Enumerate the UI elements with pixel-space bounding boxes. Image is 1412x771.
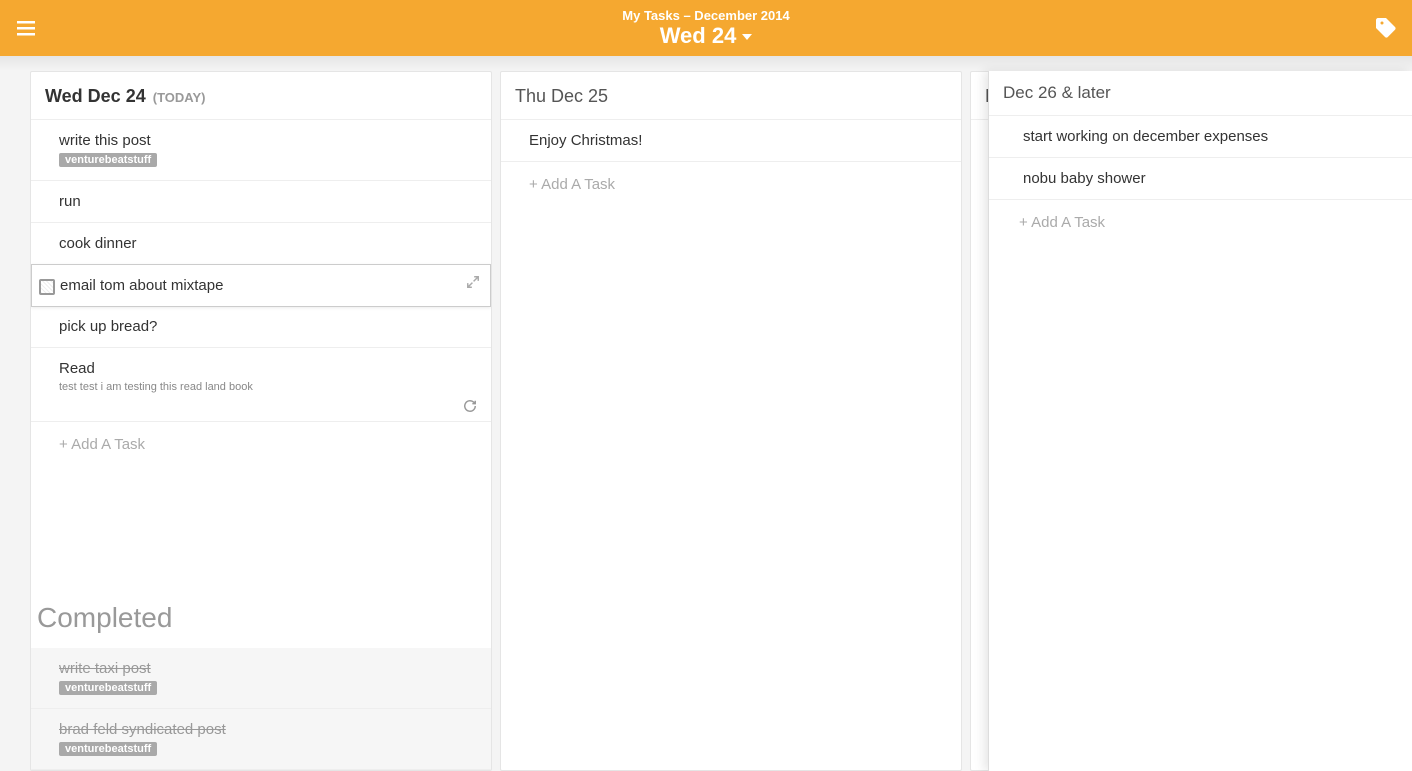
task-item[interactable]: write this post venturebeatstuff xyxy=(31,120,491,181)
task-checkbox[interactable] xyxy=(39,279,55,295)
task-item[interactable]: Enjoy Christmas! xyxy=(501,120,961,162)
task-title: brad feld syndicated post xyxy=(59,721,477,738)
task-title: start working on december expenses xyxy=(1023,128,1398,145)
app-header: My Tasks – December 2014 Wed 24 xyxy=(0,0,1412,56)
reload-icon[interactable] xyxy=(463,399,477,413)
later-header: Dec 26 & later xyxy=(989,71,1412,116)
add-task-button[interactable]: + Add A Task xyxy=(989,200,1412,245)
task-title: email tom about mixtape xyxy=(60,277,476,294)
task-item-completed[interactable]: write taxi post venturebeatstuff xyxy=(31,648,491,709)
task-title: Enjoy Christmas! xyxy=(529,132,947,149)
today-tasks: write this post venturebeatstuff run coo… xyxy=(31,120,491,770)
add-task-button[interactable]: + Add A Task xyxy=(31,422,491,467)
column-header-today: Wed Dec 24 (TODAY) xyxy=(31,72,491,120)
thu-tasks: Enjoy Christmas! + Add A Task xyxy=(501,120,961,770)
task-item[interactable]: run xyxy=(31,181,491,223)
task-title: run xyxy=(59,193,477,210)
task-title: nobu baby shower xyxy=(1023,170,1398,187)
add-task-button[interactable]: + Add A Task xyxy=(501,162,961,207)
column-header-thu: Thu Dec 25 xyxy=(501,72,961,120)
task-item[interactable]: start working on december expenses xyxy=(989,116,1412,158)
task-item[interactable]: pick up bread? xyxy=(31,306,491,348)
task-item[interactable]: nobu baby shower xyxy=(989,158,1412,200)
task-item-completed[interactable]: brad feld syndicated post venturebeatstu… xyxy=(31,709,491,770)
later-panel: Dec 26 & later start working on december… xyxy=(988,71,1412,771)
task-tag: venturebeatstuff xyxy=(59,681,157,695)
column-today: Wed Dec 24 (TODAY) write this post ventu… xyxy=(30,71,492,771)
tag-icon[interactable] xyxy=(1374,16,1398,40)
column-thu: Thu Dec 25 Enjoy Christmas! + Add A Task xyxy=(500,71,962,771)
header-title-text: Wed 24 xyxy=(660,23,737,49)
task-title: write taxi post xyxy=(59,660,477,677)
column-fri: Fr xyxy=(970,71,990,771)
task-title: Read xyxy=(59,360,477,377)
task-note: test test i am testing this read land bo… xyxy=(59,381,477,393)
task-title: cook dinner xyxy=(59,235,477,252)
task-item-selected[interactable]: email tom about mixtape xyxy=(31,264,491,307)
expand-icon[interactable] xyxy=(466,275,480,289)
completed-header: Completed xyxy=(31,574,491,648)
task-title: pick up bread? xyxy=(59,318,477,335)
task-tag: venturebeatstuff xyxy=(59,153,157,167)
header-shadow xyxy=(0,56,1412,71)
spacer xyxy=(31,467,491,574)
column-title: Wed Dec 24 xyxy=(45,86,146,106)
header-date-selector[interactable]: Wed 24 xyxy=(660,23,753,49)
header-subtitle: My Tasks – December 2014 xyxy=(622,8,789,23)
task-item[interactable]: Read test test i am testing this read la… xyxy=(31,348,491,422)
caret-down-icon xyxy=(742,34,752,40)
later-tasks: start working on december expenses nobu … xyxy=(989,116,1412,771)
task-title: write this post xyxy=(59,132,477,149)
task-tag: venturebeatstuff xyxy=(59,742,157,756)
task-item[interactable]: cook dinner xyxy=(31,223,491,265)
today-badge: (TODAY) xyxy=(153,90,206,105)
menu-icon[interactable] xyxy=(14,16,38,40)
